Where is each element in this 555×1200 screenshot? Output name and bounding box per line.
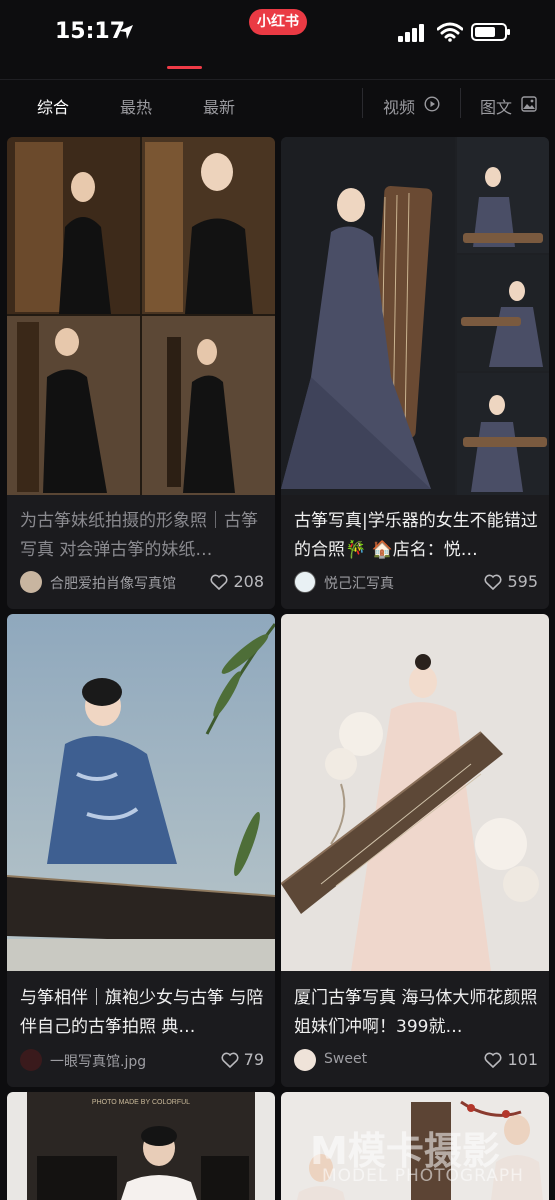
flower-guzheng-photo xyxy=(281,614,549,971)
harp-collage-photo xyxy=(7,137,275,495)
tab-image-text[interactable]: 图文 xyxy=(480,94,512,118)
post-card[interactable]: 厦门古筝写真 海马体大师花颜照 姐妹们冲啊！399就… Sweet 101 xyxy=(281,614,549,1087)
photo-credit-text: PHOTO MADE BY COLORFUL xyxy=(92,1099,190,1106)
image-icon xyxy=(521,96,537,112)
heart-icon xyxy=(484,1052,502,1069)
post-card[interactable]: 为古筝妹纸拍摄的形象照｜古筝写真 对会弹古筝的妹纸… 合肥爱拍肖像写真馆 208 xyxy=(7,137,275,609)
post-card[interactable]: 古筝写真|学乐器的女生不能错过的合照🎋 🏠店名：悦… 悦己汇写真 595 xyxy=(281,137,549,609)
post-cover-image xyxy=(7,137,275,495)
author-row: Sweet 101 xyxy=(294,1049,538,1073)
heart-icon xyxy=(221,1052,239,1069)
watermark-text: MODEL PHOTOGRAPH xyxy=(322,1166,524,1186)
avatar[interactable] xyxy=(20,571,42,593)
status-bar: 15:17 小红书 xyxy=(0,0,555,68)
guzheng-dress-photo xyxy=(281,137,549,495)
post-cover-image: PHOTO MADE BY COLORFUL xyxy=(7,1092,275,1200)
post-card[interactable]: 与筝相伴｜旗袍少女与古筝 与陪伴自己的古筝拍照 典… 一眼写真馆.jpg 79 xyxy=(7,614,275,1087)
wifi-icon xyxy=(437,22,463,42)
like-count[interactable]: 79 xyxy=(221,1050,264,1069)
tab-separator xyxy=(362,88,363,118)
app-logo-badge: 小红书 xyxy=(249,9,307,35)
play-circle-icon xyxy=(424,96,440,112)
tab-all[interactable]: 综合 xyxy=(37,94,69,118)
status-time: 15:17 xyxy=(55,19,126,44)
like-count[interactable]: 208 xyxy=(210,572,264,591)
post-title[interactable]: 为古筝妹纸拍摄的形象照｜古筝写真 对会弹古筝的妹纸… xyxy=(20,507,264,565)
location-arrow-icon xyxy=(119,25,133,39)
post-title[interactable]: 古筝写真|学乐器的女生不能错过的合照🎋 🏠店名：悦… xyxy=(294,507,538,565)
tab-new[interactable]: 最新 xyxy=(203,94,235,118)
post-cover-image xyxy=(7,614,275,971)
author-row: 一眼写真馆.jpg 79 xyxy=(20,1049,264,1073)
post-cover-image xyxy=(281,137,549,495)
like-count[interactable]: 101 xyxy=(484,1050,538,1069)
heart-icon xyxy=(210,574,228,591)
author-row: 合肥爱拍肖像写真馆 208 xyxy=(20,571,264,595)
tab-hot[interactable]: 最热 xyxy=(120,94,152,118)
post-card[interactable]: PHOTO MADE BY COLORFUL xyxy=(7,1092,275,1200)
like-count[interactable]: 595 xyxy=(484,572,538,591)
post-title[interactable]: 与筝相伴｜旗袍少女与古筝 与陪伴自己的古筝拍照 典… xyxy=(20,984,264,1042)
author-row: 悦己汇写真 595 xyxy=(294,571,538,595)
avatar[interactable] xyxy=(20,1049,42,1071)
author-name[interactable]: 悦己汇写真 xyxy=(324,573,394,593)
author-name[interactable]: Sweet xyxy=(324,1051,367,1067)
tab-video[interactable]: 视频 xyxy=(383,94,415,118)
filter-tabs: 综合 最热 最新 视频 图文 xyxy=(0,80,555,128)
battery-icon xyxy=(471,23,510,41)
heart-icon xyxy=(484,574,502,591)
qipao-guzheng-photo xyxy=(7,614,275,971)
author-name[interactable]: 合肥爱拍肖像写真馆 xyxy=(50,573,176,593)
active-tab-indicator xyxy=(167,66,202,69)
avatar[interactable] xyxy=(294,1049,316,1071)
avatar[interactable] xyxy=(294,571,316,593)
author-name[interactable]: 一眼写真馆.jpg xyxy=(50,1051,146,1071)
tab-separator xyxy=(460,88,461,118)
post-cover-image xyxy=(281,614,549,971)
cellular-signal-icon xyxy=(398,24,424,42)
post-title[interactable]: 厦门古筝写真 海马体大师花颜照 姐妹们冲啊！399就… xyxy=(294,984,538,1042)
